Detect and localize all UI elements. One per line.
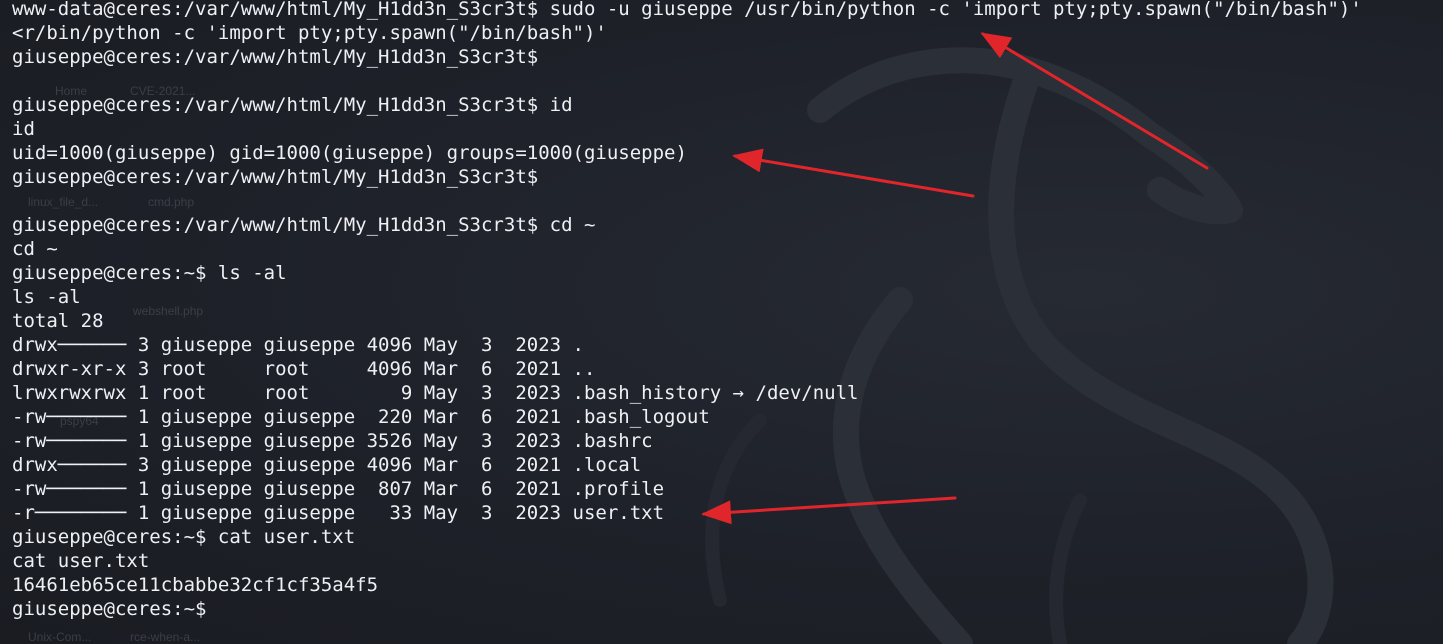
terminal-line-cat-command: giuseppe@ceres:~$ cat user.txt xyxy=(12,526,356,548)
desktop-ghost-rce-when: rce-when-a... xyxy=(130,630,201,644)
terminal-line-echo: id xyxy=(12,118,35,140)
ls-entry: drwxr-xr-x 3 root root 4096 Mar 6 2021 .… xyxy=(12,358,596,380)
desktop-ghost-unix-com: Unix-Com... xyxy=(28,630,92,644)
terminal-line-echo: cat user.txt xyxy=(12,550,150,572)
terminal-active-prompt[interactable]: giuseppe@ceres:~$ xyxy=(12,597,1362,621)
ls-entry-user-txt: -r──────── 1 giuseppe giuseppe 33 May 3 … xyxy=(12,502,665,524)
terminal-prompt-line: giuseppe@ceres:/var/www/html/My_H1dd3n_S… xyxy=(12,46,539,68)
ls-entry: drwx────── 3 giuseppe giuseppe 4096 Mar … xyxy=(12,454,642,476)
terminal-prompt-line: giuseppe@ceres:/var/www/html/My_H1dd3n_S… xyxy=(12,166,539,188)
terminal-line-sudo-command: www-data@ceres:/var/www/html/My_H1dd3n_S… xyxy=(12,0,1362,20)
terminal-line-blank xyxy=(12,69,1362,93)
terminal-line-cd-command: giuseppe@ceres:/var/www/html/My_H1dd3n_S… xyxy=(12,214,596,236)
terminal-prompt-text: giuseppe@ceres:~$ xyxy=(12,598,207,620)
terminal-line-ls-total: total 28 xyxy=(12,310,104,332)
ls-entry: -rw─────── 1 giuseppe giuseppe 220 Mar 6… xyxy=(12,406,710,428)
terminal-line-ls-command: giuseppe@ceres:~$ ls -al xyxy=(12,262,287,284)
ls-entry: lrwxrwxrwx 1 root root 9 May 3 2023 .bas… xyxy=(12,382,859,404)
ls-entry: -rw─────── 1 giuseppe giuseppe 3526 May … xyxy=(12,430,653,452)
terminal-line-echo: ls -al xyxy=(12,286,81,308)
terminal-line-echo: cd ~ xyxy=(12,238,58,260)
terminal-cursor xyxy=(206,599,216,618)
terminal-output: www-data@ceres:/var/www/html/My_H1dd3n_S… xyxy=(12,0,1362,621)
terminal-line-blank xyxy=(12,189,1362,213)
ls-entry: drwx────── 3 giuseppe giuseppe 4096 May … xyxy=(12,334,584,356)
terminal-line-id-command: giuseppe@ceres:/var/www/html/My_H1dd3n_S… xyxy=(12,94,573,116)
ls-entry: -rw─────── 1 giuseppe giuseppe 807 Mar 6… xyxy=(12,478,665,500)
terminal-line-id-output: uid=1000(giuseppe) gid=1000(giuseppe) gr… xyxy=(12,142,687,164)
terminal-line-flag-output: 16461eb65ce11cbabbe32cf1cf35a4f5 xyxy=(12,574,379,596)
terminal-line-echo: <r/bin/python -c 'import pty;pty.spawn("… xyxy=(12,22,607,44)
terminal-window[interactable]: Home CVE-2021... linux_file_d... cmd.php… xyxy=(0,0,1443,644)
